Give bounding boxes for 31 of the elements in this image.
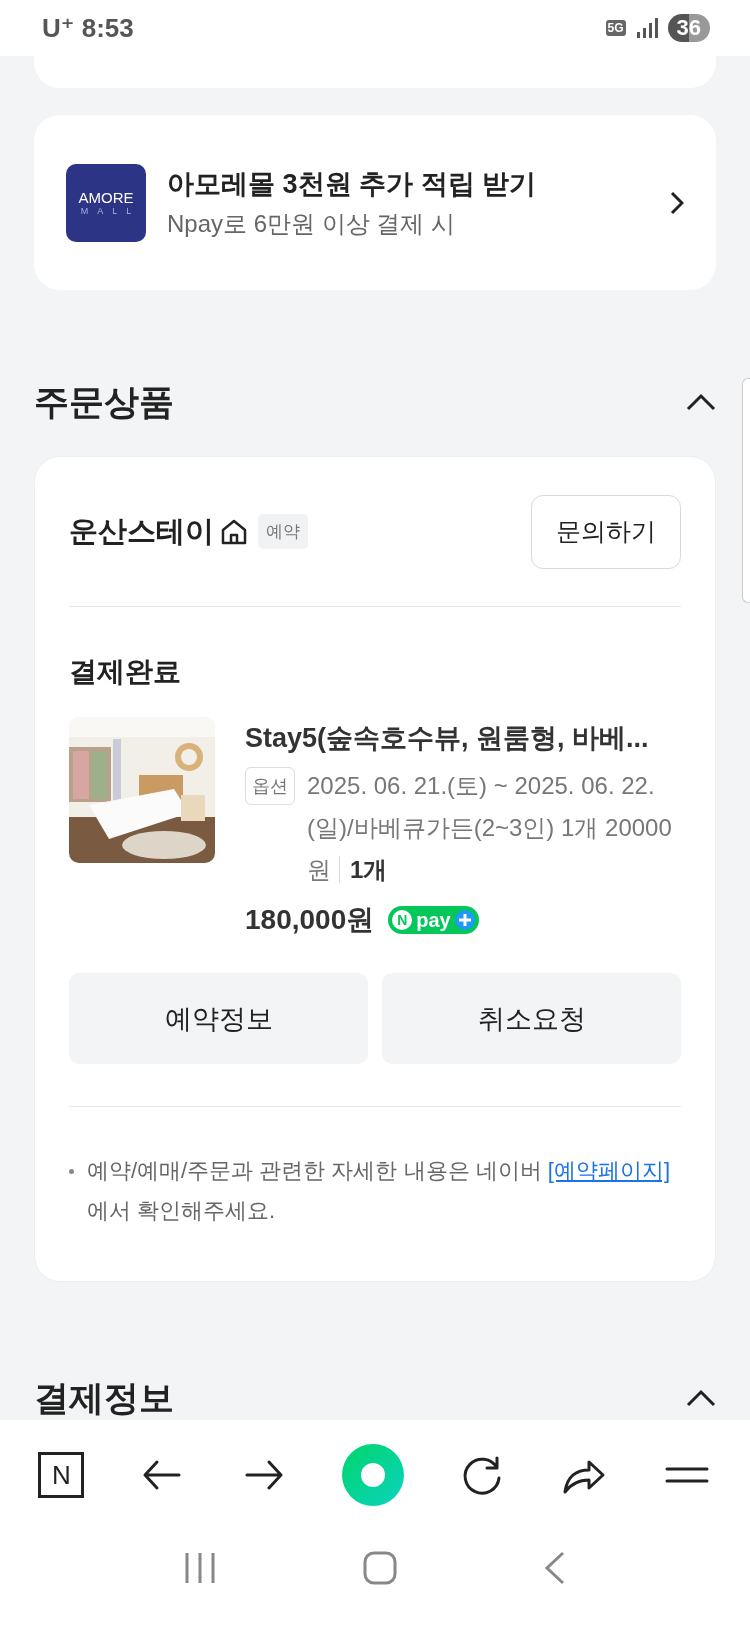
battery-level: 36 [667, 14, 710, 42]
recent-apps-icon[interactable] [183, 1550, 217, 1585]
reservation-badge: 예약 [258, 514, 308, 549]
section-title: 주문상품 [34, 380, 174, 423]
note-text: 예약/예매/주문과 관련한 자세한 내용은 네이버 [예약페이지] 에서 확인해주세요. [69, 1151, 681, 1231]
product-title: Stay5(숲속호수뷰, 원룸형, 바베... [245, 722, 650, 755]
chevron-right-icon [670, 190, 684, 215]
network-label: 5G [605, 20, 626, 36]
promo-subtitle: Npay로 6만원 이상 결제 시 [167, 208, 457, 239]
chevron-up-icon[interactable] [686, 393, 716, 411]
naver-home-button[interactable]: N [38, 1452, 85, 1498]
promo-title: 아모레몰 3천원 추가 적립 받기 [167, 167, 538, 201]
product-price: 180,000원 [245, 903, 375, 937]
home-button-icon[interactable] [363, 1550, 397, 1585]
npay-badge: N pay [388, 906, 479, 934]
chevron-up-icon[interactable] [686, 1389, 716, 1407]
reservation-page-link[interactable]: [예약페이지] [547, 1158, 671, 1183]
order-status: 결제완료 [69, 655, 182, 689]
promo-card[interactable]: AMORE MALL 아모레몰 3천원 추가 적립 받기 Npay로 6만원 이상 결제 시 [34, 115, 716, 290]
inquiry-button[interactable]: 문의하기 [531, 494, 681, 569]
home-icon [220, 517, 248, 546]
option-tag: 옵션 [245, 767, 295, 805]
option-text: 2025. 06. 21.(토) ~ 2025. 06. 22.(일)/바베큐가든(2~3인) 1개 20000원 1개 [307, 771, 673, 885]
signal-icon [635, 18, 658, 38]
back-icon[interactable] [543, 1550, 567, 1585]
section-title: 결제정보 [34, 1376, 174, 1419]
mall-logo: AMORE MALL [66, 163, 146, 242]
action-button[interactable]: 취소요청 [382, 973, 681, 1064]
store-name: 운산스테이 [69, 513, 214, 549]
action-button[interactable]: 예약정보 [69, 973, 368, 1064]
carrier-time: U⁺ 8:53 [42, 12, 134, 44]
